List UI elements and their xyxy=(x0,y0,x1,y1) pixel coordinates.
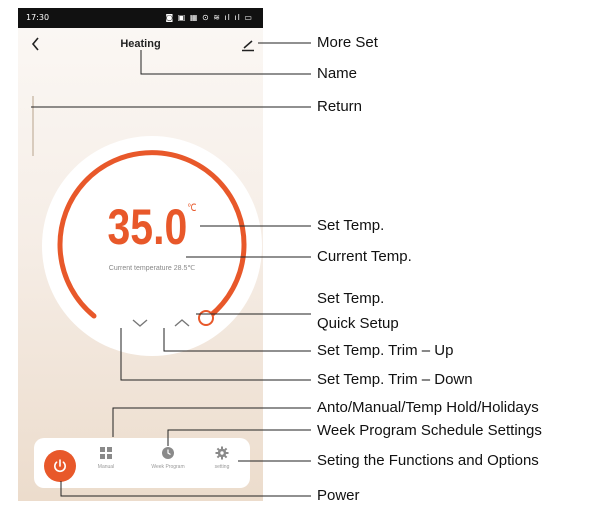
callout-week-program: Week Program Schedule Settings xyxy=(317,422,542,439)
callout-return: Return xyxy=(317,98,363,115)
callout-trim-up: Set Temp. Trim – Up xyxy=(317,342,454,359)
callout-more-set: More Set xyxy=(317,34,378,51)
callout-trim-down: Set Temp. Trim – Down xyxy=(317,371,473,388)
callout-power: Power xyxy=(317,487,360,504)
callout-quick-setup-1: Set Temp. xyxy=(317,290,385,307)
callout-set-temp: Set Temp. xyxy=(317,217,385,234)
callout-quick-setup-2: Quick Setup xyxy=(317,315,399,332)
callout-mode: Anto/Manual/Temp Hold/Holidays xyxy=(317,399,539,416)
callout-name: Name xyxy=(317,65,358,82)
callout-setting: Seting the Functions and Options xyxy=(317,452,539,469)
callout-current-temp: Current Temp. xyxy=(317,248,412,265)
